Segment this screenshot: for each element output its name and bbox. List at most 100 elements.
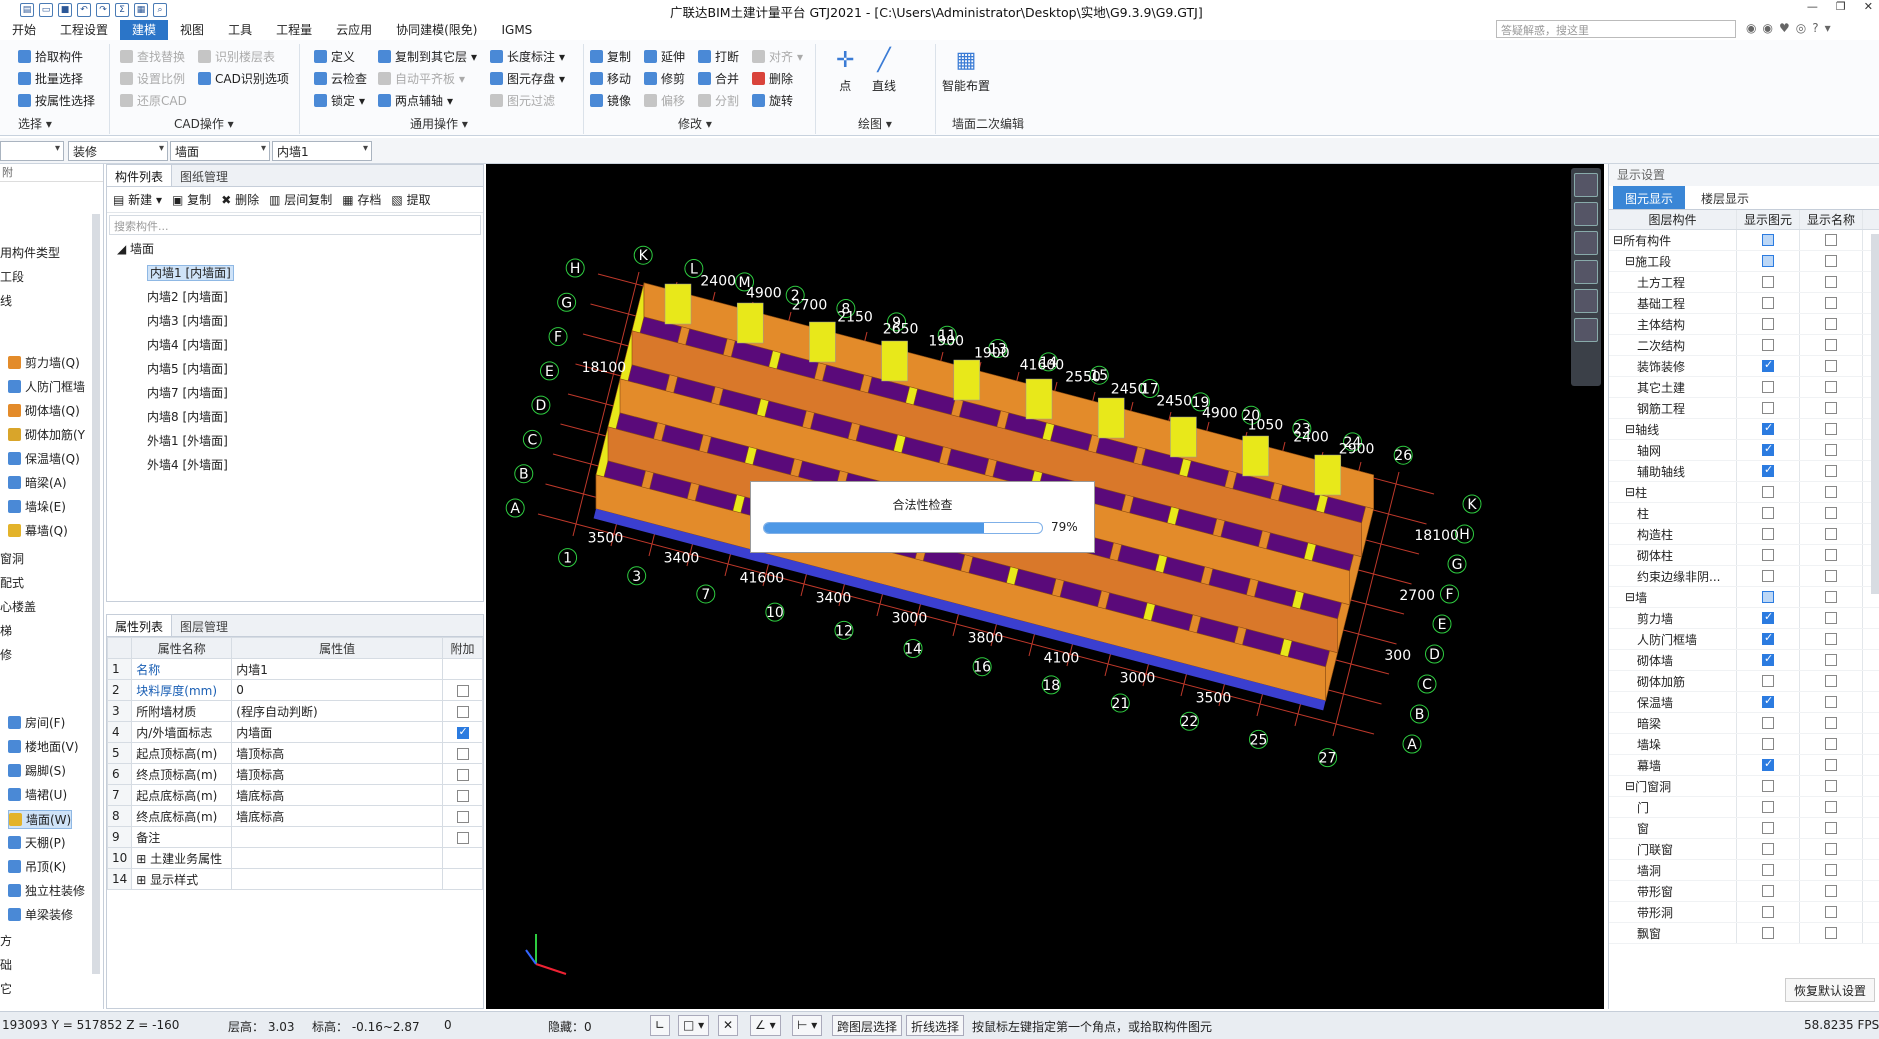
break-button[interactable]: 打断 [698, 48, 739, 65]
property-row[interactable]: 6 终点顶标高(m) 墙顶标高 [106, 763, 483, 785]
nav-item[interactable]: 心楼盖 [0, 598, 36, 615]
property-row[interactable]: 3 所附墙材质 (程序自动判断) [106, 700, 483, 722]
show-name-checkbox[interactable] [1825, 423, 1837, 435]
component-list-item[interactable]: 外墙4 [外墙面] [117, 453, 483, 477]
top-view-icon[interactable] [1574, 231, 1598, 255]
menu-4[interactable]: 工具 [216, 20, 264, 40]
property-row[interactable]: 9 备注 [106, 826, 483, 848]
rotate-view-icon[interactable] [1574, 289, 1598, 313]
show-element-checkbox[interactable] [1762, 486, 1774, 498]
attach-checkbox[interactable] [456, 789, 469, 802]
nav-item[interactable]: 剪力墙(Q) [8, 354, 80, 371]
property-row[interactable]: 14 ⊞ 显示样式 [106, 868, 483, 890]
property-value[interactable] [231, 826, 443, 848]
component-combo[interactable]: 内墙1 [272, 141, 372, 161]
nav-item[interactable]: 窗洞 [0, 550, 24, 567]
restore-cad-button[interactable]: 还原CAD [120, 92, 187, 109]
show-element-checkbox[interactable] [1762, 801, 1774, 813]
copy-to-other-floor-button[interactable]: 复制到其它层 ▾ [378, 48, 477, 65]
show-element-checkbox[interactable] [1762, 255, 1774, 267]
component-list-item[interactable]: 内墙5 [内墙面] [117, 357, 483, 381]
cross-toggle[interactable]: ✕ [718, 1015, 739, 1036]
help-search-input[interactable]: 答疑解惑，搜这里 [1496, 20, 1736, 38]
component-list-item[interactable]: 内墙2 [内墙面] [117, 285, 483, 309]
set-scale-button[interactable]: 设置比例 [120, 70, 185, 87]
floor-combo[interactable] [0, 141, 64, 161]
copy-component-button[interactable]: ▣ 复制 [172, 191, 211, 208]
show-element-checkbox[interactable] [1762, 780, 1774, 792]
lock-button[interactable]: 锁定 ▾ [314, 92, 365, 109]
user-icon[interactable]: ◉ [1746, 21, 1756, 35]
tab-element-display[interactable]: 图元显示 [1613, 186, 1686, 209]
line-button[interactable]: ╱ 直线 [872, 48, 896, 94]
nav-item[interactable]: 梯 [0, 622, 12, 639]
nav-item[interactable]: 配式 [0, 574, 24, 591]
menu-8[interactable]: IGMS [489, 20, 544, 40]
open-file-icon[interactable]: ▭ [39, 3, 53, 17]
offset-toggle[interactable]: ⊢ ▾ [792, 1015, 823, 1036]
show-name-checkbox[interactable] [1825, 297, 1837, 309]
menu-2[interactable]: 建模 [120, 20, 169, 40]
extend-button[interactable]: 延伸 [644, 48, 685, 65]
offset-button[interactable]: 偏移 [644, 92, 685, 109]
show-name-checkbox[interactable] [1825, 759, 1837, 771]
delete-component-button[interactable]: ✖ 删除 [221, 191, 259, 208]
select-group-label[interactable]: 选择 ▾ [18, 115, 52, 132]
show-name-checkbox[interactable] [1825, 801, 1837, 813]
show-name-checkbox[interactable] [1825, 360, 1837, 372]
show-name-checkbox[interactable] [1825, 570, 1837, 582]
property-row[interactable]: 2 块料厚度(mm) 0 [106, 679, 483, 701]
show-name-checkbox[interactable] [1825, 486, 1837, 498]
show-name-checkbox[interactable] [1825, 276, 1837, 288]
show-element-checkbox[interactable] [1762, 234, 1774, 246]
minimize-icon[interactable]: — [1807, 0, 1818, 13]
show-name-checkbox[interactable] [1825, 465, 1837, 477]
show-name-checkbox[interactable] [1825, 633, 1837, 645]
element-filter-button[interactable]: 图元过滤 [490, 92, 555, 109]
show-name-checkbox[interactable] [1825, 528, 1837, 540]
smart-layout-button[interactable]: ▦ 智能布置 [942, 48, 990, 94]
property-row[interactable]: 8 终点底标高(m) 墙底标高 [106, 805, 483, 827]
tab-layer-manage[interactable]: 图层管理 [172, 615, 236, 636]
merge-button[interactable]: 合并 [698, 70, 739, 87]
batch-select-button[interactable]: 批量选择 [18, 70, 83, 87]
define-button[interactable]: 定义 [314, 48, 355, 65]
collapse-icon[interactable]: ⊟ [1625, 422, 1635, 436]
show-element-checkbox[interactable] [1762, 402, 1774, 414]
dynamic-observe-icon[interactable] [1574, 173, 1598, 197]
grid-view-icon[interactable] [1574, 318, 1598, 342]
help-icon[interactable]: ? [1812, 21, 1818, 35]
tab-component-list[interactable]: 构件列表 [107, 165, 173, 186]
show-element-checkbox[interactable] [1762, 906, 1774, 918]
property-value[interactable] [231, 847, 443, 869]
nav-item[interactable]: 方 [0, 932, 12, 949]
nav-item[interactable]: 工段 [0, 268, 24, 285]
restore-icon[interactable]: ❐ [1836, 0, 1846, 13]
nav-item[interactable]: 它 [0, 980, 12, 997]
show-name-checkbox[interactable] [1825, 822, 1837, 834]
cad-group-label[interactable]: CAD操作 ▾ [174, 115, 234, 132]
property-value[interactable]: 墙底标高 [231, 805, 443, 827]
show-name-checkbox[interactable] [1825, 318, 1837, 330]
menu-0[interactable]: 开始 [0, 20, 48, 40]
show-name-checkbox[interactable] [1825, 696, 1837, 708]
align-button[interactable]: 对齐 ▾ [752, 48, 803, 65]
cad-options-button[interactable]: CAD识别选项 [198, 70, 289, 87]
show-element-checkbox[interactable] [1762, 843, 1774, 855]
show-name-checkbox[interactable] [1825, 402, 1837, 414]
nav-item[interactable]: 独立柱装修 [8, 882, 85, 899]
show-name-checkbox[interactable] [1825, 654, 1837, 666]
show-name-checkbox[interactable] [1825, 339, 1837, 351]
component-search-input[interactable]: 搜索构件... [109, 215, 481, 235]
collapse-icon[interactable]: ⊟ [1625, 590, 1635, 604]
property-value[interactable]: 墙顶标高 [231, 763, 443, 785]
point-button[interactable]: ✛ 点 [836, 48, 854, 94]
property-value[interactable]: (程序自动判断) [231, 700, 443, 722]
select-by-attribute-button[interactable]: 按属性选择 [18, 92, 95, 109]
layer-scrollbar[interactable] [1871, 234, 1879, 594]
show-name-checkbox[interactable] [1825, 780, 1837, 792]
attach-checkbox[interactable] [456, 725, 469, 739]
show-name-checkbox[interactable] [1825, 927, 1837, 939]
tree-root[interactable]: ◢ 墙面 [117, 237, 483, 261]
category-combo[interactable]: 装修 [68, 141, 168, 161]
